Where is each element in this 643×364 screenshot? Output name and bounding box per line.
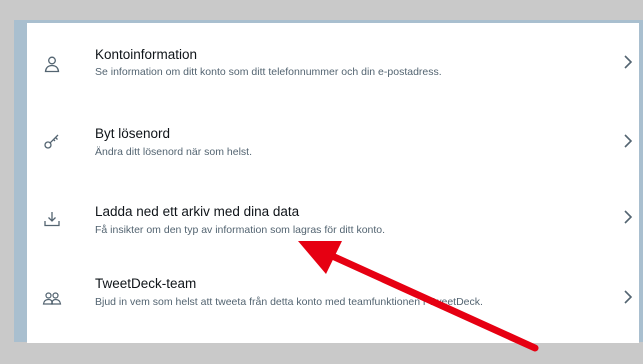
settings-item-description: Ändra ditt lösenord när som helst. — [95, 146, 252, 158]
settings-item-title: TweetDeck-team — [95, 276, 197, 291]
settings-item-change-password[interactable]: Byt lösenord Ändra ditt lösenord när som… — [27, 98, 639, 176]
settings-item-description: Bjud in vem som helst att tweeta från de… — [95, 296, 483, 308]
settings-item-title: Kontoinformation — [95, 47, 198, 62]
person-icon — [41, 53, 63, 75]
download-icon — [41, 208, 63, 230]
settings-item-description: Få insikter om den typ av information so… — [95, 224, 386, 236]
settings-item-title: Ladda ned ett arkiv med dina data — [95, 204, 300, 219]
account-settings-panel: Kontoinformation Se information om ditt … — [27, 23, 639, 343]
settings-item-download-archive[interactable]: Ladda ned ett arkiv med dina data Få ins… — [27, 176, 639, 256]
chevron-right-icon — [621, 132, 635, 150]
frame-bottom-border — [0, 342, 643, 364]
chevron-right-icon — [621, 53, 635, 71]
chevron-right-icon — [621, 288, 635, 306]
team-icon — [41, 288, 63, 310]
settings-item-tweetdeck-team[interactable]: TweetDeck-team Bjud in vem som helst att… — [27, 256, 639, 343]
settings-item-description: Se information om ditt konto som ditt te… — [95, 66, 442, 78]
settings-item-title: Byt lösenord — [95, 126, 171, 141]
key-icon — [41, 130, 63, 152]
chevron-right-icon — [621, 208, 635, 226]
settings-item-account-information[interactable]: Kontoinformation Se information om ditt … — [27, 23, 639, 98]
frame-top-border — [0, 0, 643, 20]
